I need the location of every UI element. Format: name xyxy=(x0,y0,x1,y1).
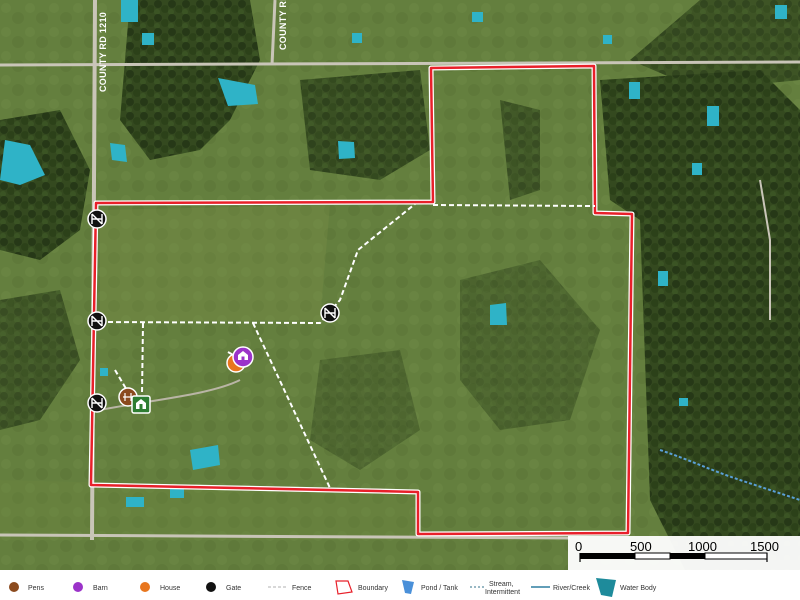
legend-label-house: House xyxy=(160,585,180,592)
legend-label-pens: Pens xyxy=(28,585,44,592)
legend-label-water-body: Water Body xyxy=(620,585,657,592)
house-marker-2[interactable] xyxy=(131,395,151,414)
barn-icon xyxy=(73,582,83,592)
legend: Pens Barn House Gate Fence Boundary Pond… xyxy=(0,570,800,600)
legend-label-stream: Stream, xyxy=(489,581,514,588)
legend-label-pond: Pond / Tank xyxy=(421,585,458,592)
legend-label-barn: Barn xyxy=(93,585,108,592)
legend-label-fence: Fence xyxy=(292,585,312,592)
barn-marker[interactable] xyxy=(232,346,254,368)
legend-label-boundary: Boundary xyxy=(358,585,388,592)
house-icon xyxy=(140,582,150,592)
aerial-imagery xyxy=(0,0,800,600)
gate-marker-4[interactable] xyxy=(320,303,340,323)
pens-icon xyxy=(9,582,19,592)
road-label-county-rd-1210: COUNTY RD 1210 xyxy=(98,12,108,92)
gate-marker-3[interactable] xyxy=(87,393,107,413)
legend-label-stream-intermittent: Intermittent xyxy=(485,589,520,596)
scale-tick-1500: 1500 xyxy=(750,539,779,554)
scale-tick-0: 0 xyxy=(575,539,582,554)
legend-label-river: River/Creek xyxy=(553,585,590,592)
gate-marker-2[interactable] xyxy=(87,311,107,331)
property-map[interactable]: COUNTY RD 1210 COUNTY RD 0 500 1000 1500… xyxy=(0,0,800,600)
scale-tick-1000: 1000 xyxy=(688,539,717,554)
road-label-county-rd: COUNTY RD xyxy=(278,0,288,50)
gate-icon xyxy=(206,582,216,592)
scale-bar: 0 500 1000 1500 xyxy=(568,536,800,570)
legend-label-gate: Gate xyxy=(226,585,241,592)
gate-marker-1[interactable] xyxy=(87,209,107,229)
scale-tick-500: 500 xyxy=(630,539,652,554)
